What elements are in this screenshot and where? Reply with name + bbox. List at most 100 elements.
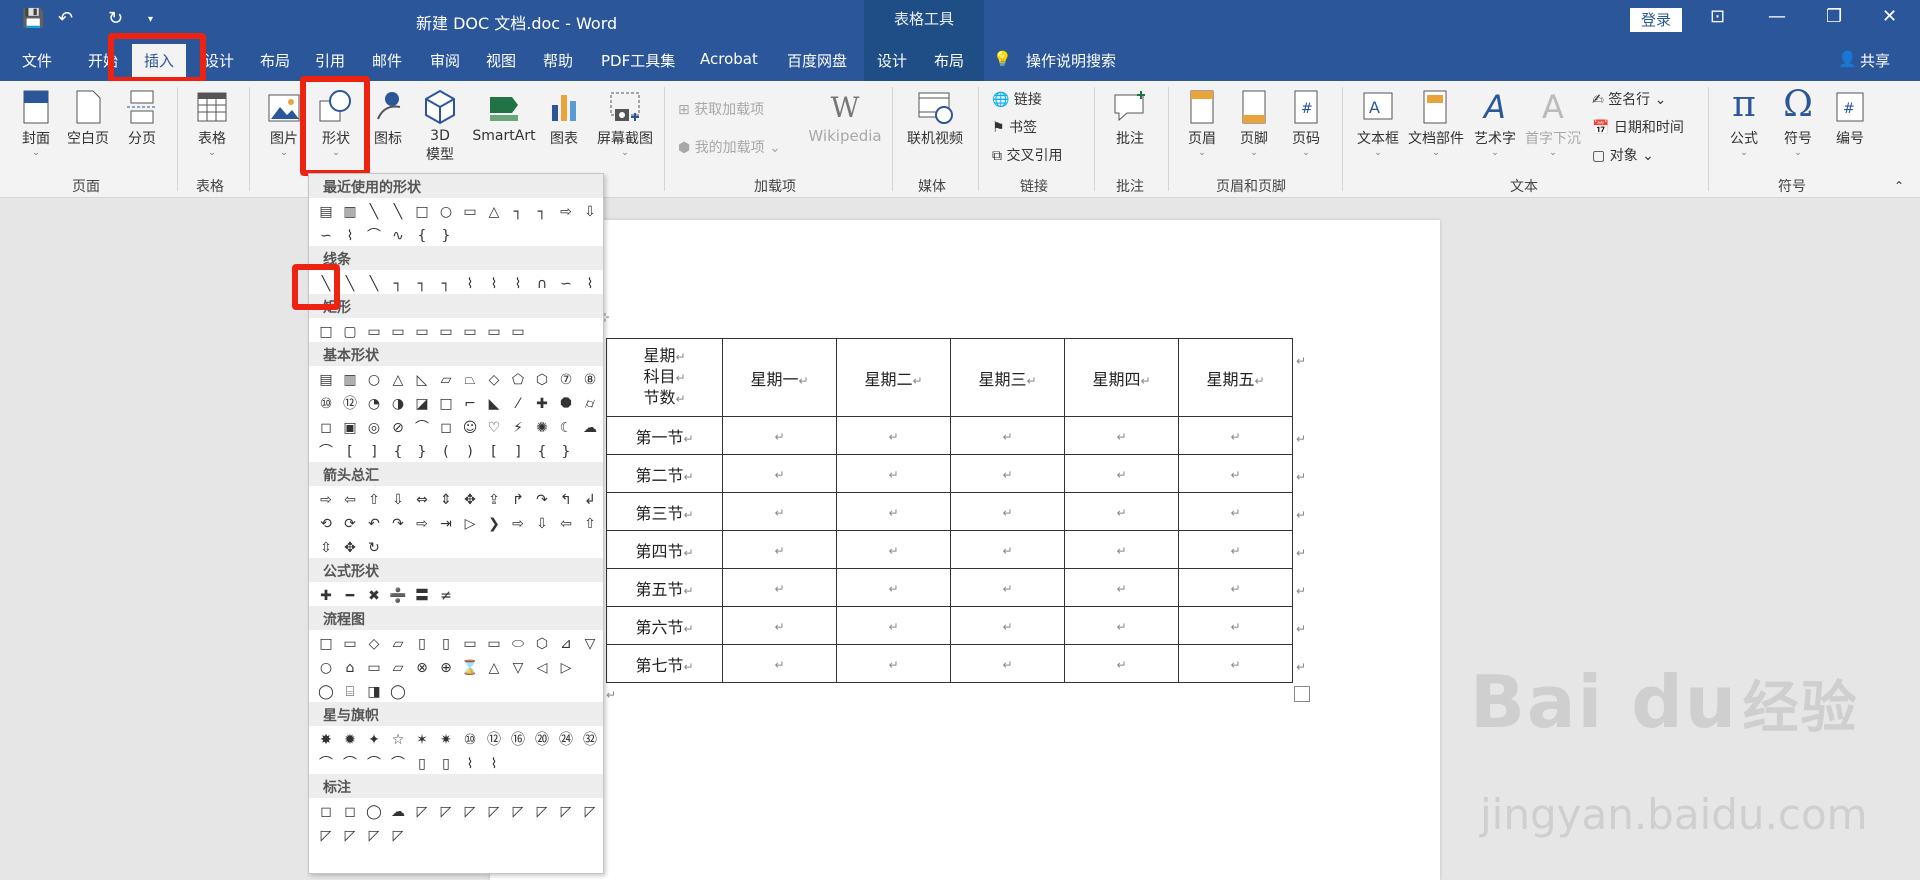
shape-option[interactable]: ⇧ (362, 490, 386, 510)
shape-option[interactable]: ▤ (314, 202, 338, 222)
header-cell-tuesday[interactable]: 星期二↵ (836, 338, 951, 417)
shape-option[interactable]: ▱ (434, 370, 458, 390)
shape-option[interactable]: ⇨ (506, 514, 530, 534)
cover-button[interactable]: 封面 ⌄ (16, 89, 56, 158)
table-cell[interactable]: ↵ (1064, 530, 1179, 569)
shape-option[interactable]: ┐ (386, 274, 410, 294)
shape-option[interactable]: ▭ (362, 658, 386, 678)
shape-option[interactable]: ◣ (482, 394, 506, 414)
shape-option[interactable]: ⑯ (506, 730, 530, 750)
shape-option[interactable]: ⑩ (314, 394, 338, 414)
table-cell[interactable]: ↵ (722, 454, 837, 493)
share-button[interactable]: 共享 (1860, 50, 1890, 71)
shape-option[interactable]: ◑ (386, 394, 410, 414)
shape-option[interactable]: ○ (314, 658, 338, 678)
shape-option[interactable]: ㉔ (554, 730, 578, 750)
shape-option[interactable]: ◻ (338, 802, 362, 822)
tab-view[interactable]: 视图 (486, 50, 516, 71)
bookmark-button[interactable]: ⚑ 书签 (992, 117, 1037, 137)
table-cell[interactable]: ↵ (722, 492, 837, 531)
online-video-button[interactable]: 联机视频 (902, 89, 968, 148)
table-cell[interactable]: ↵ (1178, 644, 1293, 683)
shape-option[interactable]: ( (434, 442, 458, 462)
shape-option[interactable]: ⟲ (314, 514, 338, 534)
shape-option[interactable]: ✶ (410, 730, 434, 750)
shape-option[interactable]: ⇨ (554, 202, 578, 222)
table-cell[interactable]: ↵ (722, 644, 837, 683)
shape-option[interactable]: ↻ (362, 538, 386, 558)
table-cell[interactable]: ↵ (836, 606, 951, 645)
shape-option[interactable]: ❯ (482, 514, 506, 534)
shape-option[interactable]: ◸ (530, 802, 554, 822)
period-cell[interactable]: 第三节↵ (606, 492, 723, 531)
icons-button[interactable]: 图标 (370, 89, 406, 148)
header-button[interactable]: 页眉 ⌄ (1182, 89, 1222, 158)
shape-option[interactable]: ◸ (482, 802, 506, 822)
shape-option[interactable]: ╲ (338, 274, 362, 294)
shape-option[interactable]: ➗ (386, 586, 410, 606)
page-break-button[interactable]: 分页 (122, 89, 162, 148)
shape-option[interactable]: ☾ (554, 418, 578, 438)
shape-option[interactable]: △ (386, 370, 410, 390)
shape-option[interactable]: ▭ (410, 322, 434, 342)
shape-option[interactable]: ⇪ (482, 490, 506, 510)
shape-option[interactable]: ◸ (362, 826, 386, 846)
period-cell[interactable]: 第六节↵ (606, 606, 723, 645)
period-cell[interactable]: 第七节↵ (606, 644, 723, 683)
shape-option[interactable]: ▭ (362, 322, 386, 342)
shape-option[interactable]: ▯ (410, 634, 434, 654)
blank-page-button[interactable]: 空白页 (64, 89, 112, 148)
shape-option[interactable]: ┐ (506, 202, 530, 222)
shape-option[interactable]: ∽ (314, 226, 338, 246)
tab-file[interactable]: 文件 (22, 50, 52, 71)
table-cell[interactable]: ↵ (950, 606, 1065, 645)
shape-option[interactable]: ⑫ (482, 730, 506, 750)
shape-option[interactable]: ✸ (314, 730, 338, 750)
shape-option[interactable]: ▷ (554, 658, 578, 678)
shape-option[interactable]: ▤ (314, 370, 338, 390)
shape-option[interactable]: ◯ (362, 802, 386, 822)
shape-option[interactable]: ⬠ (506, 370, 530, 390)
shape-option[interactable]: □ (314, 634, 338, 654)
shape-option[interactable]: ⑫ (338, 394, 362, 414)
get-addins-button[interactable]: ⊞ 获取加载项 (678, 99, 764, 119)
table-cell[interactable]: ↵ (950, 644, 1065, 683)
shape-option[interactable]: ◻ (434, 418, 458, 438)
shape-option[interactable]: 〓 (410, 586, 434, 606)
shape-option[interactable]: ✦ (362, 730, 386, 750)
shape-option[interactable]: ▭ (482, 634, 506, 654)
shape-option[interactable]: { (410, 226, 434, 246)
shape-option[interactable]: △ (482, 658, 506, 678)
shape-option[interactable]: ✷ (434, 730, 458, 750)
shape-option[interactable]: ⌒ (410, 418, 434, 438)
period-cell[interactable]: 第五节↵ (606, 568, 723, 607)
restore-icon[interactable]: ❐ (1826, 6, 1842, 27)
shape-option[interactable]: ◸ (410, 802, 434, 822)
shape-option[interactable]: ∩ (530, 274, 554, 294)
table-cell[interactable]: ↵ (950, 416, 1065, 455)
shape-option[interactable]: ) (458, 442, 482, 462)
shape-option[interactable]: ⊕ (434, 658, 458, 678)
shape-option[interactable]: ✥ (338, 538, 362, 558)
shape-option[interactable]: ⌇ (458, 754, 482, 774)
shape-option[interactable]: ☺ (458, 418, 482, 438)
shape-option[interactable]: ▣ (338, 418, 362, 438)
collapse-ribbon-icon[interactable]: ⌃ (1894, 179, 1904, 193)
tell-me-search[interactable]: 操作说明搜索 (1026, 50, 1116, 71)
shape-option[interactable]: △ (482, 202, 506, 222)
shape-option[interactable]: ◯ (386, 682, 410, 702)
shape-option[interactable]: ▭ (386, 322, 410, 342)
shape-option[interactable]: ⟳ (338, 514, 362, 534)
table-cell[interactable]: ↵ (1064, 416, 1179, 455)
table-cell[interactable]: ↵ (1178, 492, 1293, 531)
shape-option[interactable]: ↰ (554, 490, 578, 510)
shape-option[interactable]: □ (434, 394, 458, 414)
tab-layout[interactable]: 布局 (260, 50, 290, 71)
save-icon[interactable]: 💾 (22, 8, 44, 29)
shape-option[interactable]: ✖ (362, 586, 386, 606)
drop-cap-button[interactable]: A 首字下沉 ⌄ (1524, 89, 1582, 158)
wikipedia-button[interactable]: W Wikipedia (800, 91, 890, 145)
shape-option[interactable]: ⊘ (386, 418, 410, 438)
table-cell[interactable]: ↵ (836, 568, 951, 607)
period-cell[interactable]: 第二节↵ (606, 454, 723, 493)
